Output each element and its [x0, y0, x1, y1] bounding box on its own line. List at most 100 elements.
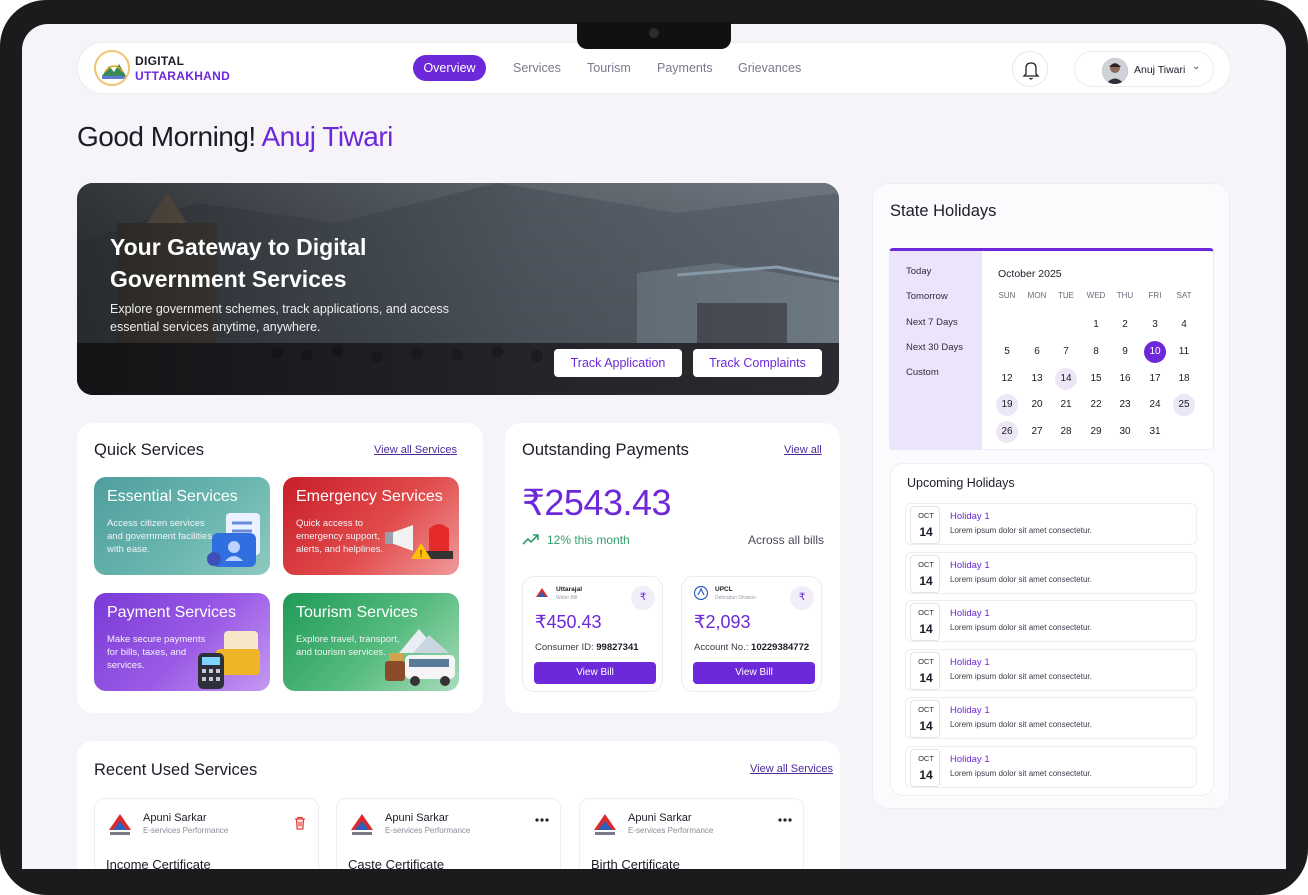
weekday-label: WED [1086, 291, 1106, 300]
track-application-button[interactable]: Track Application [554, 349, 682, 377]
date-day: 14 [919, 525, 933, 539]
more-icon[interactable] [534, 817, 550, 823]
profile-menu[interactable]: Anuj Tiwari ⌄ [1074, 51, 1214, 87]
holiday-name: Holiday 1 [950, 559, 990, 571]
holiday-row[interactable]: OCT 14 Holiday 1 Lorem ipsum dolor sit amet… [905, 600, 1197, 642]
calendar-day[interactable]: 31 [1144, 421, 1166, 443]
calendar-day[interactable]: 15 [1085, 368, 1107, 390]
nav-overview[interactable]: Overview [413, 55, 486, 81]
essential-services-tile[interactable]: Essential Services Access citizen servic… [94, 477, 270, 575]
date-day: 14 [919, 670, 933, 685]
calendar-day[interactable]: 21 [1055, 394, 1077, 416]
range-custom[interactable]: Custom [906, 367, 939, 378]
calendar-day[interactable]: 27 [1026, 421, 1048, 443]
nav-tourism[interactable]: Tourism [587, 61, 631, 75]
calendar-day[interactable]: 19 [996, 394, 1018, 416]
calendar-day[interactable]: 3 [1144, 314, 1166, 336]
state-logo-icon[interactable] [94, 50, 130, 86]
date-month: OCT [918, 608, 934, 617]
view-all-recent-link[interactable]: View all Services [750, 763, 833, 775]
bill-org: UPCL [715, 586, 733, 593]
view-all-services-link[interactable]: View all Services [374, 444, 457, 456]
range-next-30-days[interactable]: Next 30 Days [906, 342, 963, 353]
calendar-day[interactable]: 22 [1085, 394, 1107, 416]
outstanding-payments-card: Outstanding Payments View all ₹2543.43 1… [505, 423, 840, 713]
notification-button[interactable] [1012, 51, 1048, 87]
calendar-day[interactable]: 13 [1026, 368, 1048, 390]
holiday-row[interactable]: OCT 14 Holiday 1 Lorem ipsum dolor sit amet… [905, 648, 1197, 691]
calendar-day[interactable]: 17 [1144, 368, 1166, 390]
trash-icon[interactable] [292, 815, 308, 831]
tourism-services-tile[interactable]: Tourism Services Explore travel, transpo… [283, 593, 459, 691]
holiday-row[interactable]: OCT 14 Holiday 1 Lorem ipsum dolor sit amet… [905, 503, 1197, 545]
bill-id-value: 10229384772 [751, 642, 810, 653]
calendar-range-options: Today Tomorrow Next 7 Days Next 30 Days … [890, 251, 982, 450]
service-provider-sub: E-services Performance [628, 826, 714, 835]
calendar-day[interactable]: 29 [1085, 421, 1107, 443]
greeting-prefix: Good Morning! [77, 121, 256, 152]
nav-services[interactable]: Services [513, 61, 561, 75]
calendar-day[interactable]: 14 [1055, 368, 1077, 390]
bill-id: Account No.: 10229384772 [694, 642, 809, 653]
range-today[interactable]: Today [906, 266, 931, 277]
bill-org-sub: Water Bill [556, 595, 578, 601]
calendar-day[interactable]: 23 [1114, 394, 1136, 416]
calendar-day[interactable]: 30 [1114, 421, 1136, 443]
bill-amount: ₹450.43 [535, 612, 602, 632]
upcoming-holidays-card: Upcoming Holidays OCT 14 Holiday 1 Lorem ip… [890, 463, 1214, 796]
service-provider: Apuni Sarkar [628, 812, 692, 824]
calendar-day[interactable]: 26 [996, 421, 1018, 443]
total-outstanding-amount: ₹2543.43 [522, 482, 672, 523]
tile-title: Tourism Services [296, 604, 418, 621]
rupee-icon: ₹ [790, 586, 814, 610]
date-badge: OCT 14 [910, 700, 940, 738]
calendar-day[interactable]: 1 [1085, 314, 1107, 336]
calendar-month: October 2025 [998, 268, 1062, 280]
calendar-day[interactable]: 4 [1173, 314, 1195, 336]
recent-service-card[interactable]: Apuni Sarkar E-services Performance Birth … [579, 798, 804, 869]
calendar-day[interactable]: 20 [1026, 394, 1048, 416]
calendar-day[interactable]: 16 [1114, 368, 1136, 390]
view-bill-button[interactable]: View Bill [693, 662, 815, 684]
tile-desc: Access citizen services and government f… [107, 518, 213, 555]
recent-service-card[interactable]: Apuni Sarkar E-services Performance Caste … [336, 798, 561, 869]
range-next-7-days[interactable]: Next 7 Days [906, 317, 958, 328]
calendar-day[interactable]: 11 [1173, 341, 1195, 363]
calendar-day[interactable]: 28 [1055, 421, 1077, 443]
tile-title: Payment Services [107, 604, 236, 621]
range-tomorrow[interactable]: Tomorrow [906, 291, 948, 302]
payment-services-tile[interactable]: Payment Services Make secure payments fo… [94, 593, 270, 691]
bill-card-electricity: UPCL Dehradun Division ₹ ₹2,093 Account … [681, 576, 822, 692]
nav-grievances[interactable]: Grievances [738, 61, 801, 75]
calendar-day[interactable]: 6 [1026, 341, 1048, 363]
date-badge: OCT 14 [910, 506, 940, 544]
calendar-day[interactable]: 18 [1173, 368, 1195, 390]
emergency-services-tile[interactable]: Emergency Services Quick access to emerg… [283, 477, 459, 575]
siren-icon: ! [385, 524, 453, 560]
calendar-day[interactable]: 7 [1055, 341, 1077, 363]
upcoming-title: Upcoming Holidays [907, 476, 1015, 490]
calendar-day[interactable]: 10 [1144, 341, 1166, 363]
hero-subtitle: Explore government schemes, track applic… [110, 302, 450, 334]
calendar-day[interactable]: 12 [996, 368, 1018, 390]
nav-payments[interactable]: Payments [657, 61, 713, 75]
more-icon[interactable] [777, 817, 793, 823]
holiday-row[interactable]: OCT 14 Holiday 1 Lorem ipsum dolor sit amet… [905, 697, 1197, 739]
recent-service-card[interactable]: Apuni Sarkar E-services Performance Income… [94, 798, 319, 869]
view-bill-button[interactable]: View Bill [534, 662, 656, 684]
apuni-sarkar-logo-icon [594, 814, 616, 835]
calendar-day[interactable]: 5 [996, 341, 1018, 363]
service-provider: Apuni Sarkar [385, 812, 449, 824]
calendar-day[interactable]: 24 [1144, 394, 1166, 416]
service-provider: Apuni Sarkar [143, 812, 207, 824]
camera-notch [577, 22, 731, 49]
holiday-row[interactable]: OCT 14 Holiday 1 Lorem ipsum dolor sit amet… [905, 551, 1197, 594]
calendar-day[interactable]: 8 [1085, 341, 1107, 363]
calendar-day[interactable]: 2 [1114, 314, 1136, 336]
view-all-payments-link[interactable]: View all [784, 444, 822, 456]
calendar-day[interactable]: 9 [1114, 341, 1136, 363]
calendar-day[interactable]: 25 [1173, 394, 1195, 416]
track-complaints-button[interactable]: Track Complaints [693, 349, 822, 377]
bill-id: Consumer ID: 99827341 [535, 642, 639, 653]
holiday-row[interactable]: OCT 14 Holiday 1 Lorem ipsum dolor sit amet… [905, 745, 1197, 788]
